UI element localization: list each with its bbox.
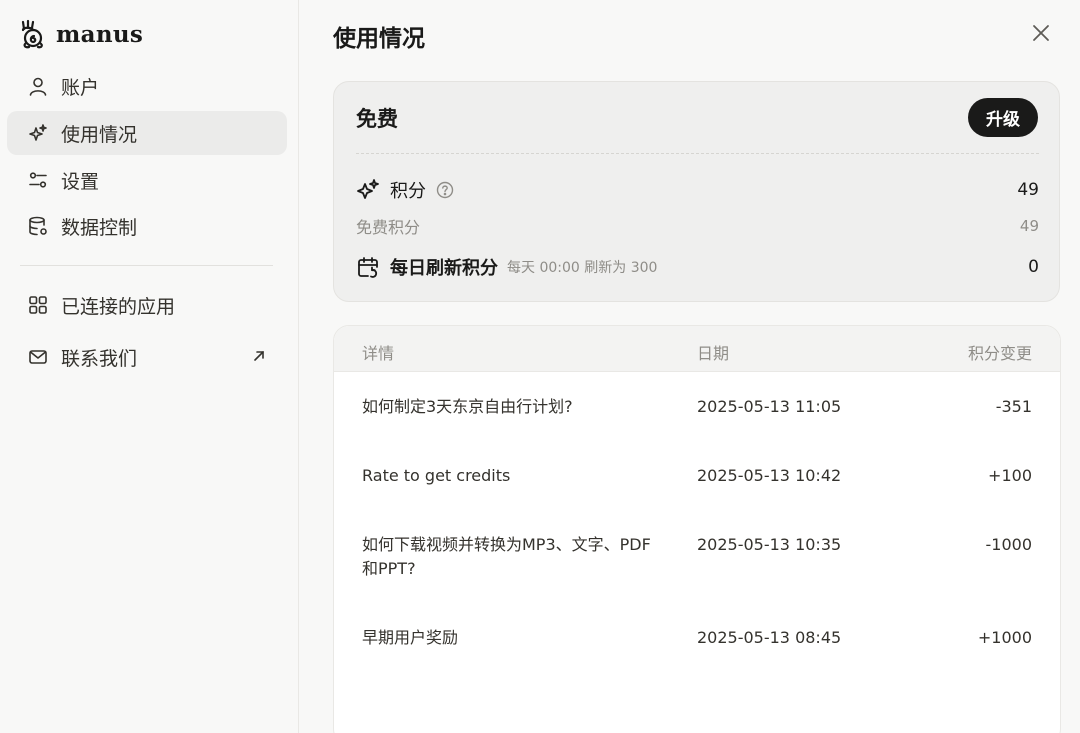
mail-icon bbox=[28, 347, 48, 367]
plan-card: 免费 升级 积分 49 免费积分 49 每日刷新积分 每天 00:00 刷新为 … bbox=[333, 81, 1060, 302]
credits-label: 积分 bbox=[390, 181, 426, 202]
sliders-icon bbox=[28, 170, 48, 190]
app-window: manus 账户 使用情况 设置 数据控制 已连接的应用 联系我们 使用情况 免… bbox=[0, 0, 1080, 733]
page-title: 使用情况 bbox=[333, 26, 425, 52]
row-date: 2025-05-13 11:05 bbox=[697, 397, 842, 416]
user-icon bbox=[28, 76, 48, 96]
row-change: +100 bbox=[988, 466, 1032, 485]
row-detail: Rate to get credits bbox=[362, 466, 511, 485]
row-date: 2025-05-13 10:35 bbox=[697, 535, 842, 554]
plan-divider bbox=[356, 153, 1039, 154]
sidebar-item-label: 数据控制 bbox=[61, 216, 138, 239]
daily-refresh-note: 每天 00:00 刷新为 300 bbox=[507, 260, 658, 276]
plan-name: 免费 bbox=[356, 107, 398, 131]
row-detail: 如何下载视频并转换为MP3、文字、PDF和PPT? bbox=[362, 535, 651, 578]
daily-credits-row: 每日刷新积分 每天 00:00 刷新为 300 0 bbox=[356, 254, 1039, 280]
row-date: 2025-05-13 10:42 bbox=[697, 466, 842, 485]
credits-history-table: 详情 日期 积分变更 如何制定3天东京自由行计划? 2025-05-13 11:… bbox=[333, 325, 1061, 733]
close-icon[interactable] bbox=[1029, 21, 1053, 45]
main-panel: 使用情况 免费 升级 积分 49 免费积分 49 每日刷新积分 每天 00:00… bbox=[300, 0, 1080, 733]
credits-row: 积分 49 bbox=[356, 177, 1039, 203]
column-header-date: 日期 bbox=[697, 344, 730, 363]
row-date: 2025-05-13 08:45 bbox=[697, 628, 842, 647]
sidebar-divider bbox=[20, 265, 273, 266]
sparkle-icon bbox=[28, 123, 48, 143]
daily-credits-value: 0 bbox=[1028, 257, 1039, 277]
sidebar-item-connected-apps[interactable]: 已连接的应用 bbox=[7, 283, 287, 327]
sidebar-item-account[interactable]: 账户 bbox=[7, 64, 287, 108]
sidebar-item-label: 联系我们 bbox=[61, 347, 138, 370]
row-detail: 如何制定3天东京自由行计划? bbox=[362, 397, 573, 416]
column-header-change: 积分变更 bbox=[967, 344, 1032, 363]
table-header: 详情 日期 积分变更 bbox=[334, 326, 1060, 372]
sidebar-item-usage[interactable]: 使用情况 bbox=[7, 111, 287, 155]
sidebar-item-label: 已连接的应用 bbox=[61, 295, 176, 318]
sidebar-item-contact[interactable]: 联系我们 bbox=[7, 335, 287, 379]
sidebar-item-label: 账户 bbox=[61, 76, 100, 99]
help-circle-icon[interactable] bbox=[436, 181, 454, 199]
manus-logo-icon bbox=[21, 19, 43, 49]
free-credits-value: 49 bbox=[1019, 217, 1039, 235]
sparkle-icon bbox=[357, 179, 379, 199]
row-detail: 早期用户奖励 bbox=[362, 628, 459, 647]
credits-value: 49 bbox=[1017, 180, 1039, 200]
brand-name: manus bbox=[56, 20, 144, 48]
daily-credits-label: 每日刷新积分 bbox=[390, 258, 498, 279]
row-change: -351 bbox=[995, 397, 1032, 416]
sidebar-item-label: 设置 bbox=[61, 170, 100, 193]
apps-grid-icon bbox=[28, 295, 48, 315]
brand-logo: manus bbox=[20, 16, 143, 52]
row-change: -1000 bbox=[985, 535, 1033, 554]
database-icon bbox=[28, 216, 48, 236]
row-change: +1000 bbox=[977, 628, 1032, 647]
column-header-detail: 详情 bbox=[362, 344, 395, 363]
sidebar-item-data-controls[interactable]: 数据控制 bbox=[7, 204, 287, 248]
upgrade-button[interactable]: 升级 bbox=[968, 98, 1038, 137]
free-credits-label: 免费积分 bbox=[356, 218, 421, 237]
external-link-icon bbox=[254, 351, 264, 361]
sidebar: manus 账户 使用情况 设置 数据控制 已连接的应用 联系我们 bbox=[0, 0, 299, 733]
sidebar-item-label: 使用情况 bbox=[61, 123, 138, 146]
sidebar-item-settings[interactable]: 设置 bbox=[7, 158, 287, 202]
calendar-refresh-icon bbox=[358, 257, 378, 278]
free-credits-row: 免费积分 49 bbox=[356, 214, 1039, 238]
